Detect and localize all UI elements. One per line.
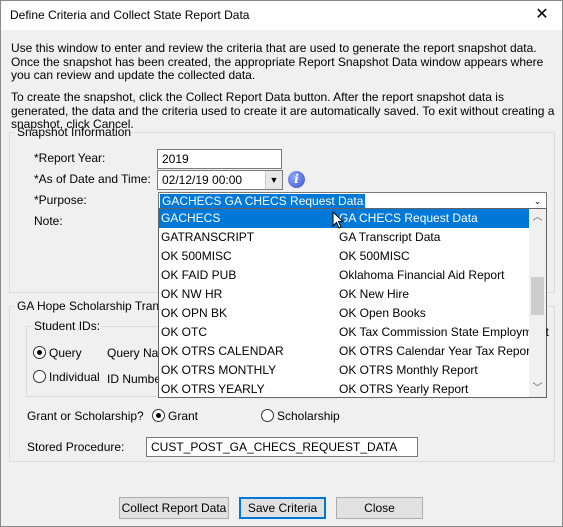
dropdown-item[interactable]: OK OPN BK OK Open Books	[159, 304, 530, 323]
scholarship-label: Scholarship	[277, 409, 340, 423]
as-of-date-value: 02/12/19 00:00	[162, 173, 243, 187]
dropdown-item-description: OK Tax Commission State Employment	[339, 325, 549, 339]
close-icon[interactable]: ✕	[532, 5, 552, 25]
chevron-down-icon[interactable]: ⌄	[529, 193, 546, 209]
id-number-label: ID Number	[107, 372, 166, 386]
dropdown-item[interactable]: OK OTRS CALENDAR OK OTRS Calendar Year Ta…	[159, 342, 534, 361]
dropdown-item-description: OK OTRS Yearly Report	[339, 382, 469, 396]
dialog-window: Define Criteria and Collect State Report…	[0, 0, 563, 527]
dropdown-item[interactable]: OK OTRS YEARLY OK OTRS Yearly Report	[159, 380, 530, 399]
info-icon[interactable]: i	[288, 171, 305, 188]
dropdown-item-code: OK FAID PUB	[161, 268, 237, 282]
dropdown-item-code: OK 500MISC	[161, 249, 232, 263]
scroll-down-icon[interactable]: ﹀	[529, 380, 546, 397]
student-ids-legend: Student IDs:	[34, 319, 101, 333]
window-title: Define Criteria and Collect State Report…	[10, 8, 250, 22]
dropdown-item[interactable]: OK 500MISC OK 500MISC	[159, 247, 530, 266]
ga-hope-legend: GA Hope Scholarship Transcri	[17, 299, 178, 313]
scholarship-radio[interactable]	[261, 409, 274, 422]
dropdown-item-code: GACHECS	[161, 211, 221, 225]
dropdown-item[interactable]: OK NW HR OK New Hire	[159, 285, 530, 304]
dropdown-item-code: GATRANSCRIPT	[161, 230, 255, 244]
report-year-input[interactable]: 2019	[157, 149, 282, 169]
note-label: Note:	[34, 214, 63, 228]
scroll-up-icon[interactable]: ︿	[529, 209, 546, 226]
save-criteria-button[interactable]: Save Criteria	[239, 497, 326, 519]
dropdown-item-code: OK OTRS YEARLY	[161, 382, 265, 396]
dropdown-item-code: OK OTRS MONTHLY	[161, 363, 277, 377]
dropdown-scrollbar[interactable]: ︿ ﹀	[529, 209, 546, 397]
dropdown-item-description: OK OTRS Calendar Year Tax Report	[339, 344, 534, 358]
purpose-selected-value: GACHECS GA CHECS Request Data	[160, 194, 366, 208]
dropdown-item[interactable]: OK OTC OK Tax Commission State Employment	[159, 323, 549, 342]
intro-paragraph-1: Use this window to enter and review the …	[11, 41, 544, 82]
close-button[interactable]: Close	[336, 497, 423, 519]
dropdown-item-description: GA CHECS Request Data	[339, 211, 478, 225]
grant-radio[interactable]	[152, 409, 165, 422]
collect-report-data-button[interactable]: Collect Report Data	[119, 497, 229, 519]
stored-procedure-label: Stored Procedure:	[27, 440, 125, 454]
dropdown-item-code: OK NW HR	[161, 287, 223, 301]
dropdown-item-description: OK OTRS Monthly Report	[339, 363, 478, 377]
individual-radio[interactable]	[33, 370, 46, 383]
dropdown-item-code: OK OTC	[161, 325, 208, 339]
dropdown-item-description: OK New Hire	[339, 287, 410, 301]
as-of-date-input[interactable]: 02/12/19 00:00 ▼	[157, 170, 283, 190]
snapshot-information-legend: Snapshot Information	[17, 125, 132, 139]
grant-label: Grant	[168, 409, 199, 423]
scrollbar-thumb[interactable]	[531, 277, 544, 315]
dropdown-item-code: OK OPN BK	[161, 306, 228, 320]
dropdown-item-description: OK Open Books	[339, 306, 426, 320]
query-label: Query	[49, 346, 82, 360]
dropdown-item[interactable]: OK OTRS MONTHLY OK OTRS Monthly Report	[159, 361, 530, 380]
purpose-label: *Purpose:	[34, 193, 87, 207]
dropdown-item-description: Oklahoma Financial Aid Report	[339, 268, 505, 282]
grant-question-label: Grant or Scholarship?	[27, 409, 144, 423]
purpose-dropdown-list[interactable]: GACHECS GA CHECS Request Data GATRANSCRIPT…	[158, 208, 549, 399]
as-of-date-label: *As of Date and Time:	[34, 172, 151, 186]
dropdown-item-description: OK 500MISC	[339, 249, 410, 263]
report-year-label: *Report Year:	[34, 151, 106, 165]
dropdown-item-description: GA Transcript Data	[339, 230, 441, 244]
mouse-pointer-icon	[332, 211, 345, 229]
title-bar: Define Criteria and Collect State Report…	[1, 1, 562, 30]
chevron-down-icon[interactable]: ▼	[265, 171, 282, 189]
dropdown-item[interactable]: OK FAID PUB Oklahoma Financial Aid Report	[159, 266, 530, 285]
individual-label: Individual	[49, 370, 100, 384]
stored-procedure-input[interactable]: CUST_POST_GA_CHECS_REQUEST_DATA	[146, 437, 418, 457]
dropdown-item-code: OK OTRS CALENDAR	[161, 344, 284, 358]
query-radio[interactable]	[33, 346, 46, 359]
